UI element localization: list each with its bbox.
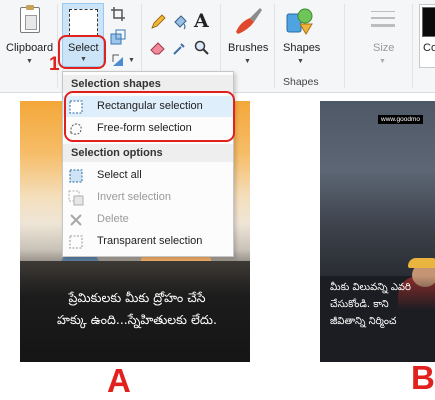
resize-icon[interactable] bbox=[110, 29, 126, 45]
eraser-icon[interactable] bbox=[150, 40, 166, 56]
shapes-chevron-down-icon[interactable]: ▼ bbox=[297, 58, 304, 65]
image-b-figure-hat bbox=[408, 258, 435, 268]
clipboard-button-label[interactable]: Clipboard bbox=[6, 42, 53, 54]
fill-bucket-icon[interactable] bbox=[172, 14, 188, 30]
color1-label[interactable]: Co bbox=[423, 42, 435, 54]
annotation-step-number: 1 bbox=[49, 54, 60, 75]
brushes-chevron-down-icon[interactable]: ▼ bbox=[244, 58, 251, 65]
rotate-chevron-down-icon[interactable]: ▼ bbox=[128, 57, 135, 64]
group-separator bbox=[274, 4, 275, 88]
delete-icon bbox=[70, 214, 82, 226]
image-b-background bbox=[320, 101, 435, 276]
invert-selection-icon bbox=[68, 190, 84, 206]
menu-item-invert-selection[interactable]: Invert selection bbox=[63, 187, 233, 208]
color1-swatch[interactable] bbox=[419, 4, 435, 68]
menu-item-transparent-selection[interactable]: Transparent selection bbox=[63, 231, 233, 252]
size-button-label[interactable]: Size bbox=[373, 42, 394, 54]
annotation-label-a: A bbox=[107, 362, 131, 399]
menu-item-label: Select all bbox=[97, 169, 142, 181]
menu-item-label: Transparent selection bbox=[97, 235, 203, 247]
crop-icon[interactable] bbox=[110, 6, 126, 22]
rotate-icon[interactable] bbox=[110, 52, 126, 68]
image-b-quote-line2: చేసుకోండి. కాని bbox=[330, 299, 389, 310]
group-separator bbox=[344, 4, 345, 88]
size-icon[interactable] bbox=[369, 8, 397, 34]
shapes-button-label[interactable]: Shapes bbox=[283, 42, 320, 54]
image-b-quote-line3: జీవితాన్ని నిర్మించ bbox=[330, 316, 397, 327]
group-separator bbox=[412, 4, 413, 88]
annotation-select-highlight bbox=[58, 35, 106, 69]
menu-item-label: Delete bbox=[97, 213, 129, 225]
select-icon bbox=[69, 9, 98, 36]
shapes-icon[interactable] bbox=[283, 6, 317, 38]
annotation-label-b: B bbox=[411, 359, 435, 396]
pencil-icon[interactable] bbox=[150, 14, 166, 30]
transparent-selection-icon bbox=[69, 235, 83, 249]
magnifier-icon[interactable] bbox=[194, 40, 210, 56]
brush-icon[interactable] bbox=[230, 6, 264, 38]
image-a-quote-line2: హక్కు ఉంది...స్నేహితులకు లేదు. bbox=[57, 312, 217, 327]
color-picker-icon[interactable] bbox=[172, 40, 188, 56]
clipboard-icon[interactable] bbox=[20, 5, 40, 33]
menu-item-label: Invert selection bbox=[97, 191, 171, 203]
menu-item-select-all[interactable]: Select all bbox=[63, 165, 233, 186]
image-a-quote-line1: ప్రేమికులకు మీకు ద్రోహం చేసే bbox=[68, 290, 206, 305]
image-b-quote-line1: మీకు విలువన్ని ఎవరి bbox=[330, 282, 411, 293]
shapes-group-title: Shapes bbox=[283, 76, 319, 88]
image-b-quote: మీకు విలువన్ని ఎవరి చేసుకోండి. కాని జీవి… bbox=[330, 279, 435, 330]
select-all-icon bbox=[69, 169, 83, 183]
annotation-selection-shapes-highlight bbox=[64, 91, 235, 142]
menu-item-delete[interactable]: Delete bbox=[63, 209, 233, 230]
brushes-button-label[interactable]: Brushes bbox=[228, 42, 268, 54]
clipboard-chevron-down-icon[interactable]: ▼ bbox=[26, 58, 33, 65]
menu-section-selection-options: Selection options bbox=[63, 144, 233, 162]
image-a-quote: ప్రేమికులకు మీకు ద్రోహం చేసే హక్కు ఉంది.… bbox=[30, 287, 244, 331]
size-chevron-down-icon[interactable]: ▼ bbox=[379, 58, 386, 65]
color1-fill bbox=[422, 7, 435, 37]
text-tool-icon[interactable]: A bbox=[194, 10, 209, 32]
image-b-watermark: www.goodmo bbox=[378, 115, 424, 124]
